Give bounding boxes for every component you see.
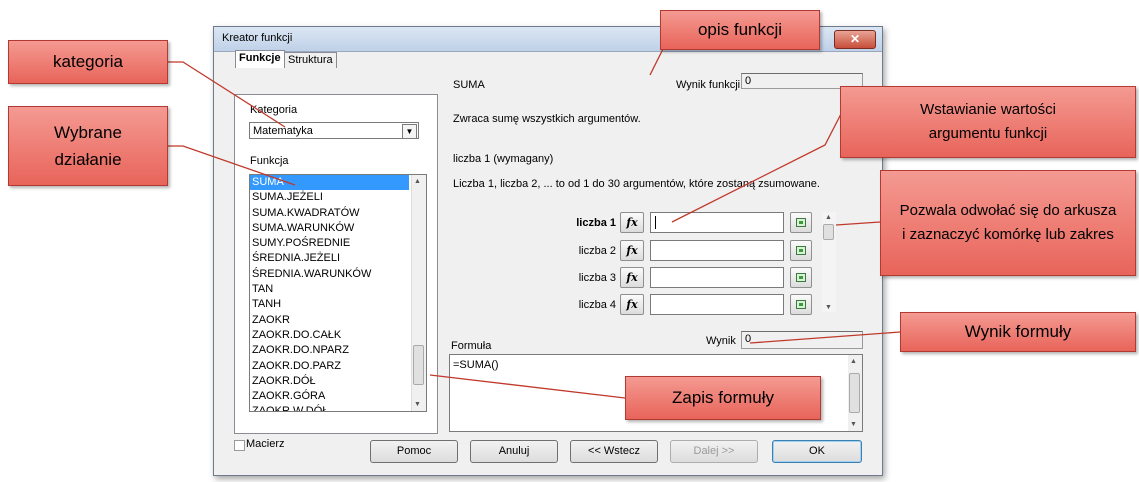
callout-wybrane-dzialanie: Wybrane działanie [8, 106, 168, 186]
callout-zapis-formuly: Zapis formuły [625, 376, 821, 420]
callout-wstawianie: Wstawianie wartości argumentu funkcji [840, 86, 1136, 158]
callout-opis-funkcji: opis funkcji [660, 10, 820, 50]
callout-wynik-formuly: Wynik formuły [900, 312, 1136, 352]
callout-pozwala: Pozwala odwołać się do arkusza i zaznacz… [880, 170, 1136, 276]
callout-kategoria: kategoria [8, 40, 168, 84]
